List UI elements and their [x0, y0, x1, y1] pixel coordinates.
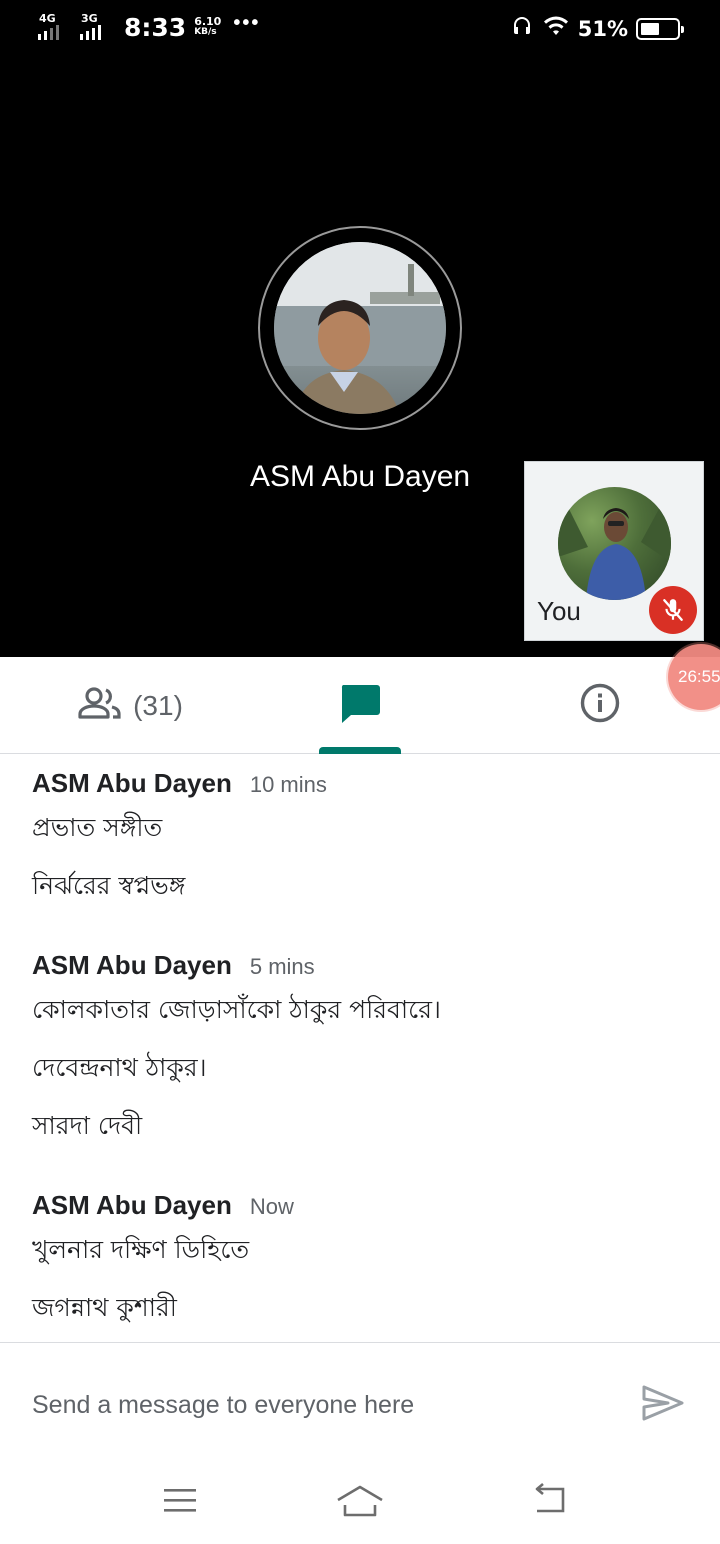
message-composer: [0, 1342, 720, 1462]
meet-call-screen: 4G 3G 8:33 6.10 KB/s ••• 51% ASM Abu Day…: [0, 0, 720, 1544]
home-icon[interactable]: [335, 1480, 385, 1520]
message-text: খুলনার দক্ষিণ ডিহিতে: [32, 1235, 250, 1264]
active-tab-indicator: [319, 747, 401, 754]
people-count: (31): [133, 689, 183, 721]
message-header: ASM Abu Dayen Now: [32, 1190, 692, 1230]
headphones-icon: [510, 14, 534, 43]
self-view-tile[interactable]: You: [524, 461, 704, 641]
tab-info[interactable]: [570, 657, 630, 754]
message-text: সারদা দেবী: [32, 1111, 143, 1140]
message-time: Now: [249, 1194, 294, 1219]
battery-percent: 51%: [577, 16, 628, 41]
message-text: জগন্নাথ কুশারী: [32, 1293, 177, 1322]
signal-3g-icon: 3G: [80, 12, 116, 42]
signal-4g-icon: 4G: [38, 12, 74, 42]
chat-icon: [339, 683, 381, 728]
battery-icon: [636, 17, 684, 40]
message-text: কোলকাতার জোড়াসাঁকো ঠাকুর পরিবারে।: [32, 995, 441, 1024]
people-icon: [77, 686, 123, 725]
status-left: 4G 3G 8:33 6.10 KB/s •••: [38, 12, 260, 42]
tab-people[interactable]: (31): [60, 657, 200, 754]
chat-messages: ASM Abu Dayen 10 mins প্রভাত সঙ্গীত নির্…: [0, 755, 720, 1342]
clock: 8:33: [124, 12, 187, 42]
message-text: প্রভাত সঙ্গীত: [32, 813, 163, 842]
panel-tabs: (31): [0, 657, 720, 754]
network-speed: 6.10 KB/s: [194, 15, 222, 37]
self-label: You: [537, 596, 581, 626]
battery-fill: [641, 22, 659, 35]
info-icon: [580, 683, 620, 728]
message-sender: ASM Abu Dayen: [32, 950, 232, 980]
participant-avatar: [274, 242, 446, 414]
back-icon[interactable]: [524, 1480, 574, 1520]
message-group: ASM Abu Dayen Now খুলনার দক্ষিণ ডিহিতে জ…: [32, 1190, 692, 1346]
menu-icon[interactable]: [155, 1480, 205, 1520]
message-sender: ASM Abu Dayen: [32, 1190, 232, 1220]
message-text: দেবেন্দ্রনাথ ঠাকুর।: [32, 1053, 207, 1082]
message-group: ASM Abu Dayen 10 mins প্রভাত সঙ্গীত নির্…: [32, 768, 692, 924]
wifi-icon: [542, 15, 570, 42]
message-input[interactable]: [32, 1383, 592, 1427]
message-group: ASM Abu Dayen 5 mins কোলকাতার জোড়াসাঁকো…: [32, 950, 692, 1164]
status-right: 51%: [510, 14, 684, 43]
message-header: ASM Abu Dayen 10 mins: [32, 768, 692, 808]
system-nav-bar: [0, 1462, 720, 1544]
more-notifications-icon: •••: [233, 11, 261, 34]
self-avatar: [558, 487, 671, 600]
message-header: ASM Abu Dayen 5 mins: [32, 950, 692, 990]
send-icon[interactable]: [640, 1383, 686, 1423]
message-time: 5 mins: [249, 954, 315, 979]
mic-off-icon[interactable]: [649, 586, 697, 634]
status-bar: 4G 3G 8:33 6.10 KB/s ••• 51%: [0, 0, 720, 58]
message-time: 10 mins: [249, 772, 327, 797]
tab-chat[interactable]: [319, 657, 401, 754]
message-sender: ASM Abu Dayen: [32, 768, 232, 798]
video-area[interactable]: 4G 3G 8:33 6.10 KB/s ••• 51% ASM Abu Day…: [0, 0, 720, 657]
message-text: নির্ঝরের স্বপ্নভঙ্গ: [32, 871, 186, 900]
